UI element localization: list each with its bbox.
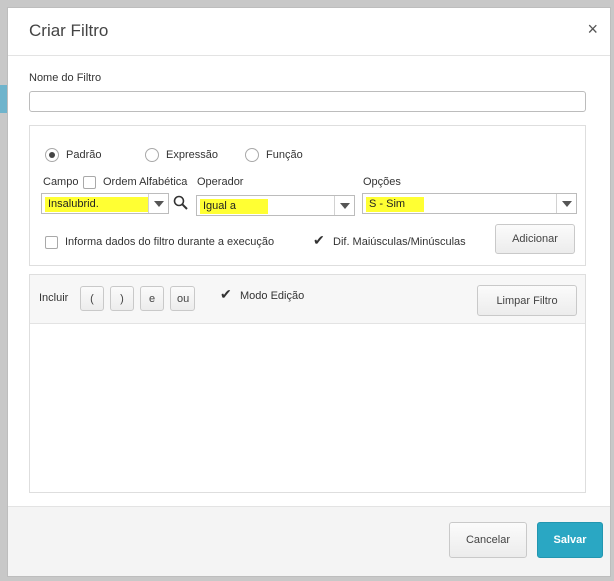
radio-funcao-label: Função bbox=[266, 149, 303, 161]
magnifier-icon[interactable] bbox=[173, 195, 189, 211]
opcoes-label: Opções bbox=[363, 176, 401, 188]
radio-expressao-label: Expressão bbox=[166, 149, 218, 161]
case-sensitive-label: Dif. Maiúsculas/Minúsculas bbox=[333, 236, 466, 248]
add-button[interactable]: Adicionar bbox=[495, 224, 575, 254]
inform-data-label: Informa dados do filtro durante a execuç… bbox=[65, 236, 275, 248]
close-icon[interactable]: × bbox=[587, 19, 598, 39]
operador-select[interactable]: Igual a bbox=[196, 195, 355, 216]
expression-panel: Incluir ( ) e ou ✔ Modo Edição Limpar Fi… bbox=[29, 274, 586, 493]
chevron-down-icon[interactable] bbox=[334, 196, 354, 215]
create-filter-dialog: Criar Filtro × Nome do Filtro Padrão Exp… bbox=[7, 7, 611, 577]
dialog-title: Criar Filtro bbox=[29, 21, 109, 40]
campo-label: Campo bbox=[43, 176, 79, 188]
chevron-down-icon[interactable] bbox=[148, 194, 168, 213]
inform-data-checkbox[interactable] bbox=[45, 236, 58, 249]
alphabetical-order-label: Ordem Alfabética bbox=[103, 176, 188, 188]
filter-name-label: Nome do Filtro bbox=[29, 72, 102, 84]
dialog-footer: Cancelar Salvar bbox=[8, 506, 610, 576]
alphabetical-order-checkbox[interactable] bbox=[83, 176, 96, 189]
dialog-header: Criar Filtro × bbox=[8, 8, 610, 56]
save-button[interactable]: Salvar bbox=[537, 522, 603, 558]
opcoes-selected-value: S - Sim bbox=[366, 197, 424, 212]
or-button[interactable]: ou bbox=[170, 286, 195, 311]
condition-panel: Padrão Expressão Função Campo Ordem Alfa… bbox=[29, 125, 586, 266]
close-paren-button[interactable]: ) bbox=[110, 286, 134, 311]
case-sensitive-checkbox[interactable]: ✔ bbox=[313, 233, 325, 247]
radio-padrao[interactable] bbox=[45, 148, 59, 162]
expression-area[interactable] bbox=[30, 325, 585, 492]
edit-mode-checkbox[interactable]: ✔ bbox=[220, 287, 232, 301]
edit-mode-label: Modo Edição bbox=[240, 290, 305, 302]
campo-select[interactable]: Insalubrid. bbox=[41, 193, 169, 214]
filter-name-input[interactable] bbox=[29, 91, 586, 112]
include-label: Incluir bbox=[39, 292, 69, 304]
chevron-down-icon[interactable] bbox=[556, 194, 576, 213]
operador-label: Operador bbox=[197, 176, 244, 188]
radio-funcao[interactable] bbox=[245, 148, 259, 162]
opcoes-select[interactable]: S - Sim bbox=[362, 193, 577, 214]
expression-toolbar: Incluir ( ) e ou ✔ Modo Edição Limpar Fi… bbox=[30, 275, 585, 324]
radio-padrao-label: Padrão bbox=[66, 149, 102, 161]
radio-expressao[interactable] bbox=[145, 148, 159, 162]
campo-selected-value: Insalubrid. bbox=[45, 197, 149, 212]
operador-selected-value: Igual a bbox=[200, 199, 268, 214]
open-paren-button[interactable]: ( bbox=[80, 286, 104, 311]
and-button[interactable]: e bbox=[140, 286, 164, 311]
cancel-button[interactable]: Cancelar bbox=[449, 522, 527, 558]
clear-filter-button[interactable]: Limpar Filtro bbox=[477, 285, 577, 316]
